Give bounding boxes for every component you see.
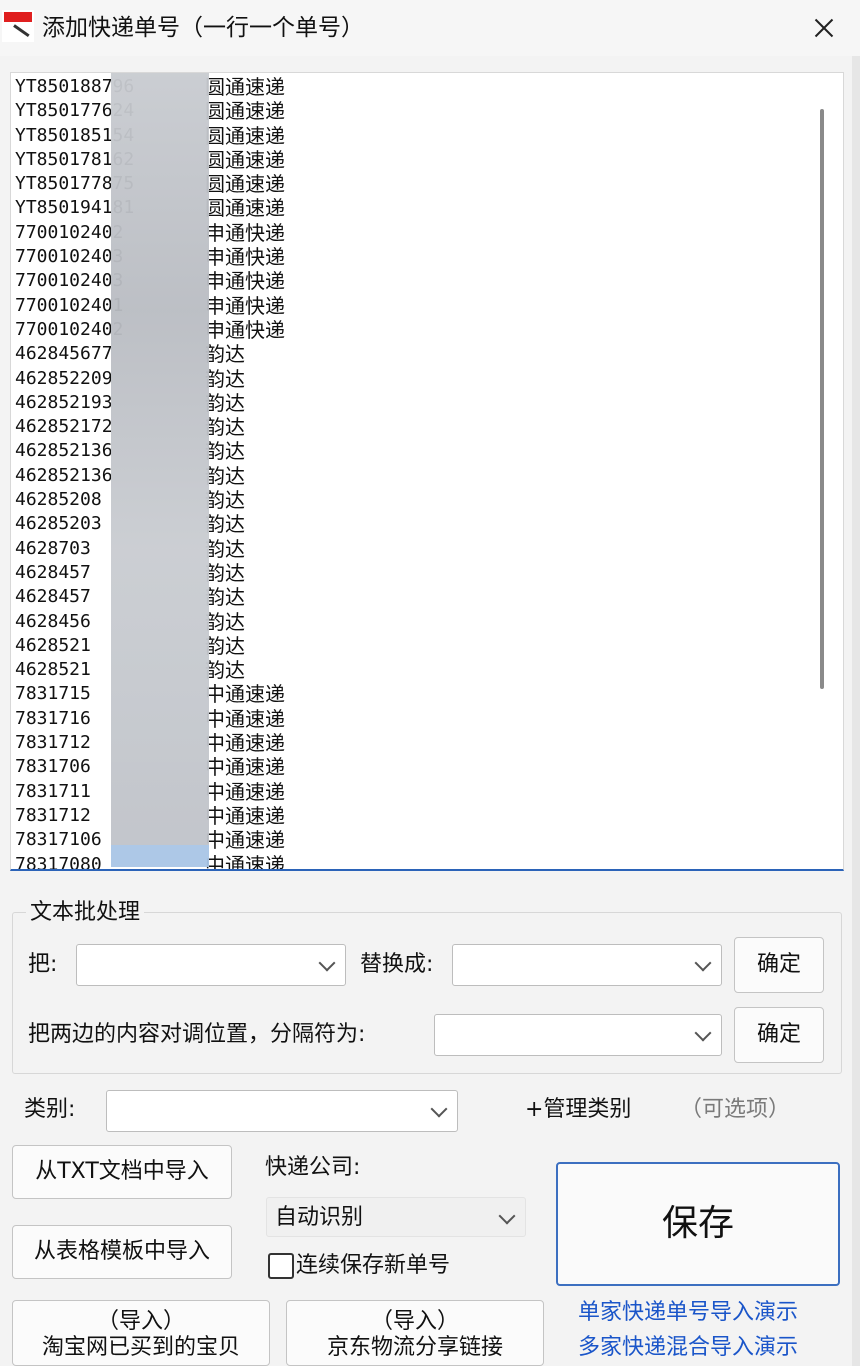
courier-name: 圆通速递 xyxy=(205,75,285,99)
import-jd-line1: （导入） xyxy=(370,1309,459,1334)
courier-name: 申通快递 xyxy=(205,220,285,245)
app-icon xyxy=(2,10,34,42)
courier-name: 申通快递 xyxy=(205,245,285,270)
multi-courier-demo-link[interactable]: 多家快递混合导入演示 xyxy=(578,1333,798,1363)
courier-name: 韵达 xyxy=(205,585,245,610)
import-taobao-button[interactable]: （导入） 淘宝网已买到的宝贝 xyxy=(12,1300,270,1366)
courier-name: 圆通速递 xyxy=(205,196,285,221)
courier-name: 中通速递 xyxy=(205,755,285,780)
vertical-scrollbar[interactable] xyxy=(820,109,824,689)
chevron-down-icon xyxy=(694,954,712,972)
single-courier-demo-link[interactable]: 单家快递单号导入演示 xyxy=(578,1298,798,1328)
optional-hint: （可选项） xyxy=(680,1097,791,1122)
courier-name: 韵达 xyxy=(205,658,245,683)
courier-name: 中通速递 xyxy=(205,779,285,804)
import-taobao-line1: （导入） xyxy=(96,1309,185,1334)
window-title: 添加快递单号（一行一个单号） xyxy=(42,15,364,41)
separator-combo[interactable] xyxy=(434,1014,722,1056)
import-template-button[interactable]: 从表格模板中导入 xyxy=(12,1225,232,1279)
courier-name: 韵达 xyxy=(205,609,245,634)
chevron-down-icon xyxy=(498,1207,516,1225)
replace-from-combo[interactable] xyxy=(76,944,346,986)
courier-name: 韵达 xyxy=(205,633,245,658)
courier-name: 圆通速递 xyxy=(205,172,285,197)
courier-name: 韵达 xyxy=(205,512,245,537)
courier-name: 韵达 xyxy=(205,463,245,488)
courier-name: 圆通速递 xyxy=(205,99,285,124)
import-txt-button[interactable]: 从TXT文档中导入 xyxy=(12,1145,232,1199)
courier-company-select[interactable]: 自动识别 xyxy=(266,1197,526,1237)
batch-group-title: 文本批处理 xyxy=(26,898,145,928)
title-bar: 添加快递单号（一行一个单号） xyxy=(0,0,860,56)
import-jd-button[interactable]: （导入） 京东物流分享链接 xyxy=(286,1300,544,1366)
confirm-swap-button[interactable]: 确定 xyxy=(734,1007,824,1063)
swap-label: 把两边的内容对调位置，分隔符为: xyxy=(28,1022,366,1047)
import-taobao-line2: 淘宝网已买到的宝贝 xyxy=(41,1335,240,1360)
replace-from-label: 把: xyxy=(28,952,58,977)
category-label: 类别: xyxy=(24,1097,76,1122)
courier-name: 韵达 xyxy=(205,342,245,367)
continuous-save-label: 连续保存新单号 xyxy=(296,1253,451,1278)
chevron-down-icon xyxy=(430,1100,448,1118)
chevron-down-icon xyxy=(694,1024,712,1042)
courier-name: 韵达 xyxy=(205,390,245,415)
redaction-mosaic xyxy=(111,73,209,867)
courier-name: 韵达 xyxy=(205,536,245,561)
courier-name: 中通速递 xyxy=(205,803,285,828)
courier-name: 中通速递 xyxy=(205,852,285,871)
courier-name: 韵达 xyxy=(205,488,245,513)
import-jd-line2: 京东物流分享链接 xyxy=(326,1335,503,1360)
confirm-replace-button[interactable]: 确定 xyxy=(734,937,824,993)
courier-name: 申通快递 xyxy=(205,317,285,342)
save-button[interactable]: 保存 xyxy=(556,1162,840,1286)
courier-name: 中通速递 xyxy=(205,828,285,853)
replace-to-label: 替换成: xyxy=(360,952,434,977)
close-icon[interactable] xyxy=(800,8,848,48)
courier-name: 中通速递 xyxy=(205,706,285,731)
tracking-number-textarea[interactable]: YT850188796 圆通速递 YT850177624 圆通速递 YT85018515… xyxy=(10,72,844,871)
manage-category-link[interactable]: +管理类别 xyxy=(525,1095,631,1125)
courier-name: 韵达 xyxy=(205,415,245,440)
courier-company-label: 快递公司: xyxy=(265,1155,361,1180)
courier-name: 圆通速递 xyxy=(205,123,285,148)
courier-name: 韵达 xyxy=(205,366,245,391)
category-combo[interactable] xyxy=(106,1090,458,1132)
courier-name: 韵达 xyxy=(205,560,245,585)
courier-name: 圆通速递 xyxy=(205,147,285,172)
courier-name: 中通速递 xyxy=(205,682,285,707)
courier-company-value: 自动识别 xyxy=(275,1205,364,1230)
continuous-save-checkbox[interactable] xyxy=(268,1253,294,1279)
window-edge xyxy=(852,56,860,1366)
courier-name: 中通速递 xyxy=(205,731,285,756)
courier-name: 申通快递 xyxy=(205,293,285,318)
chevron-down-icon xyxy=(318,954,336,972)
replace-to-combo[interactable] xyxy=(452,944,722,986)
courier-name: 韵达 xyxy=(205,439,245,464)
courier-name: 申通快递 xyxy=(205,269,285,294)
